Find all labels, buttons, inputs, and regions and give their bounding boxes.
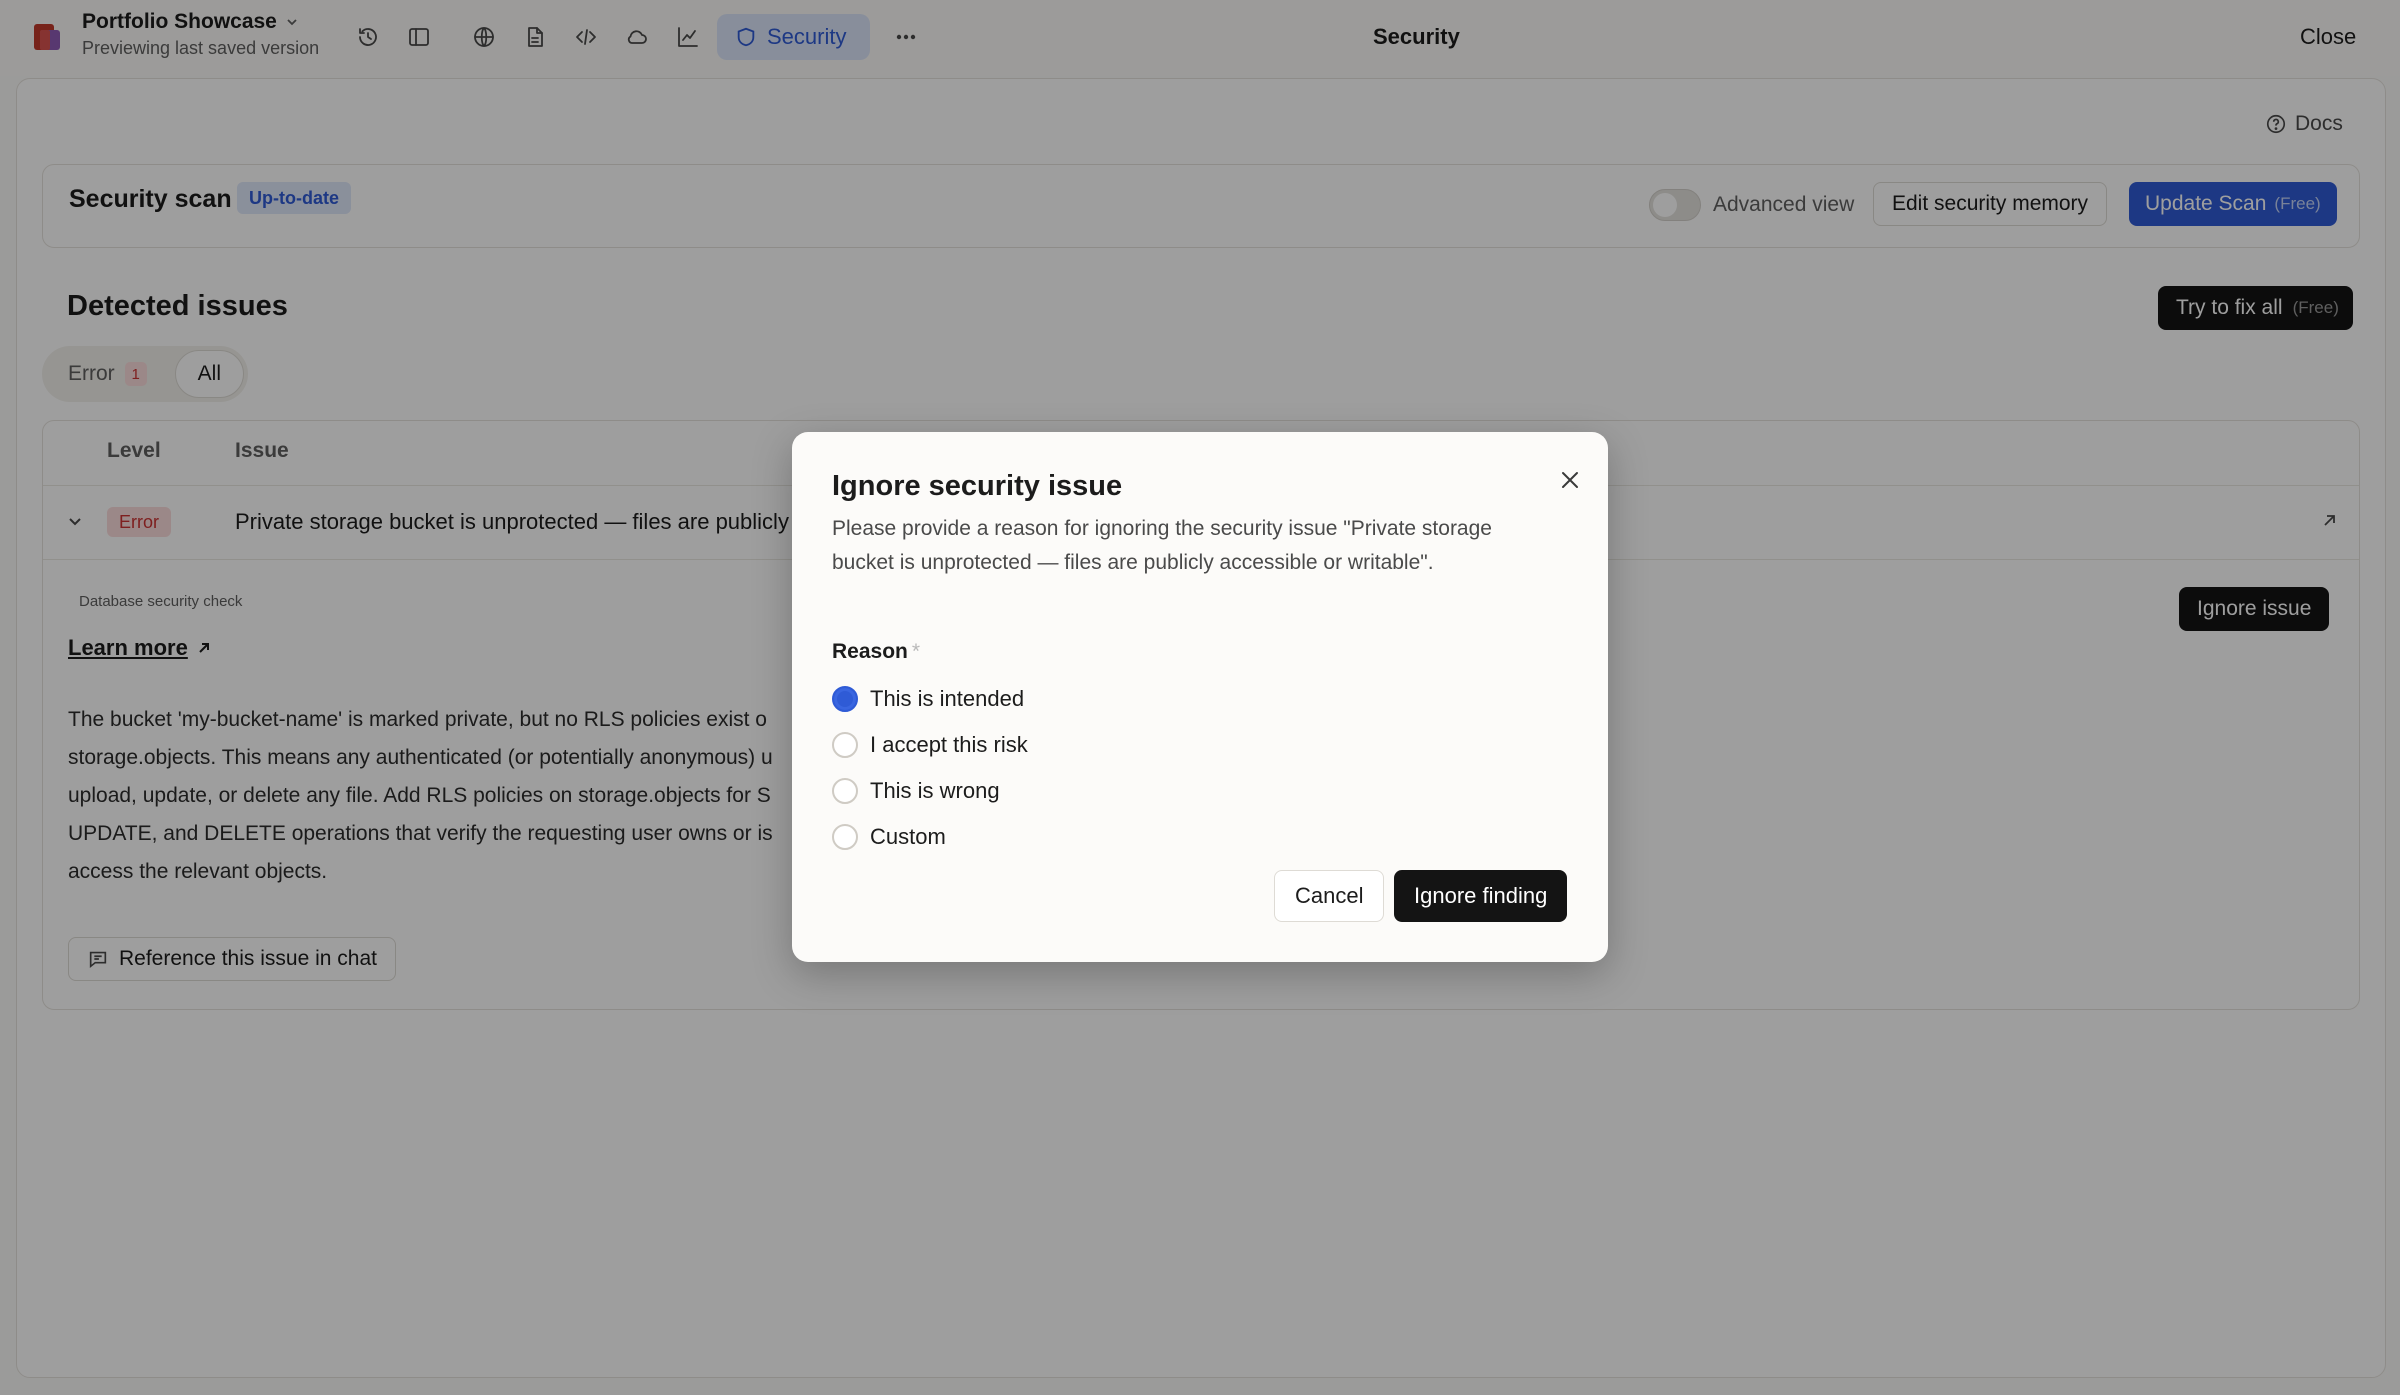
reason-option-label: Custom (870, 824, 946, 849)
ignore-finding-button[interactable]: Ignore finding (1394, 870, 1568, 922)
reason-option-label: This is wrong (870, 778, 1000, 803)
reason-radio-group: This is intended I accept this risk This… (832, 676, 1028, 860)
reason-option-accept-risk[interactable]: I accept this risk (832, 722, 1028, 768)
dialog-title: Ignore security issue (832, 470, 1123, 502)
reason-option-wrong[interactable]: This is wrong (832, 768, 1028, 814)
close-icon (1562, 472, 1578, 488)
required-mark: * (911, 640, 921, 663)
radio-unchecked[interactable] (832, 824, 858, 850)
dialog-description: Please provide a reason for ignoring the… (832, 517, 1492, 574)
cancel-button[interactable]: Cancel (1274, 870, 1385, 922)
radio-unchecked[interactable] (832, 778, 858, 804)
radio-checked[interactable] (832, 686, 858, 712)
reason-option-intended[interactable]: This is intended (832, 676, 1028, 722)
reason-label-text: Reason (832, 640, 908, 663)
reason-option-custom[interactable]: Custom (832, 814, 1028, 860)
radio-unchecked[interactable] (832, 732, 858, 758)
ignore-issue-dialog: Ignore security issue Please provide a r… (792, 432, 1608, 962)
dialog-close-button[interactable] (1552, 462, 1588, 498)
reason-option-label: I accept this risk (870, 732, 1028, 757)
reason-label: Reason * (832, 640, 920, 664)
reason-option-label: This is intended (870, 686, 1025, 711)
